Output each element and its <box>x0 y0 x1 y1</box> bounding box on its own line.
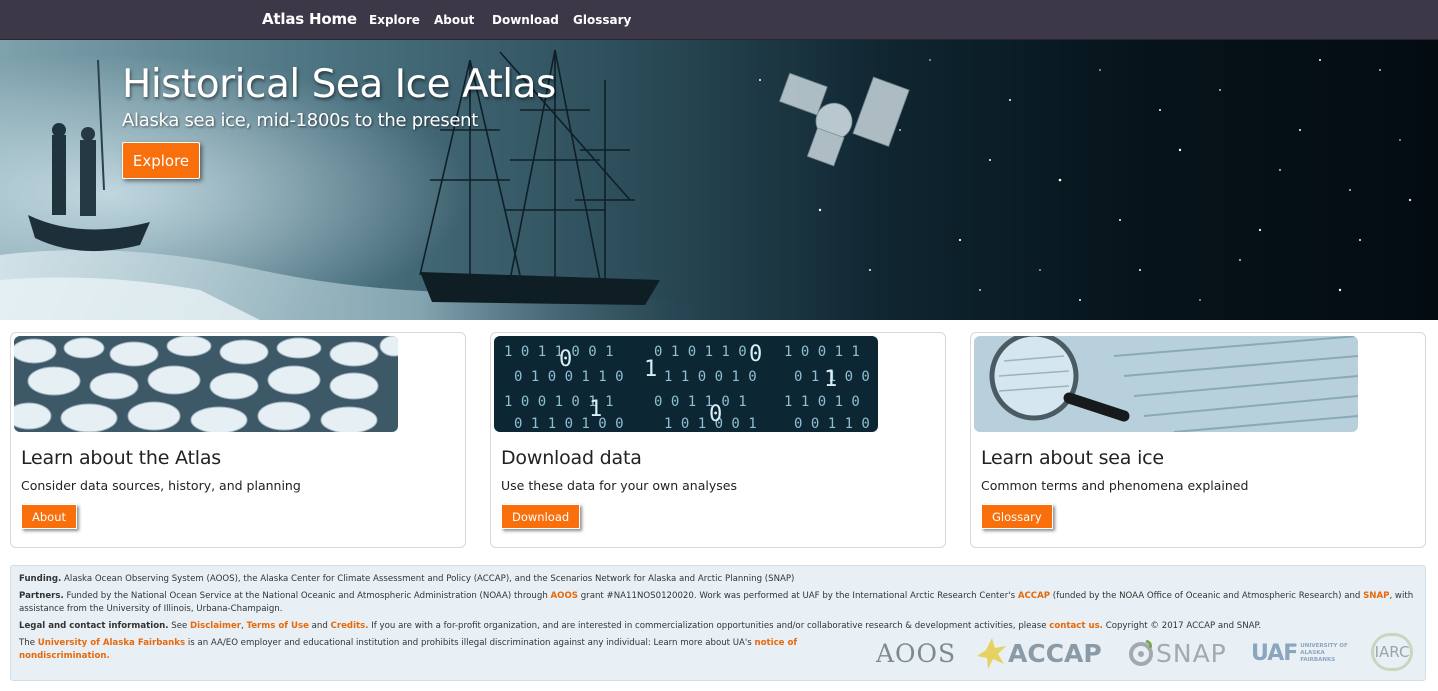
svg-text:1 0 0 1 1: 1 0 0 1 1 <box>784 344 860 360</box>
svg-text:0: 0 <box>749 342 762 367</box>
legal-text: and <box>311 621 328 631</box>
terms-of-use-link[interactable]: Terms of Use <box>247 621 309 631</box>
card-image-binary-data: 1 0 1 1 0 0 10 1 0 1 1 01 0 0 1 1 0 1 0 … <box>494 336 878 432</box>
legal-text: If you are with a for-profit organizatio… <box>371 621 1047 631</box>
svg-text:0: 0 <box>559 347 572 372</box>
svg-text:1: 1 <box>644 357 657 382</box>
svg-text:0 0 1 1 0: 0 0 1 1 0 <box>794 416 870 432</box>
hero-title: Historical Sea Ice Atlas <box>122 62 556 107</box>
aoos-link[interactable]: AOOS <box>551 591 578 601</box>
card-title: Download data <box>501 447 642 469</box>
nav-link-glossary[interactable]: Glossary <box>573 13 631 27</box>
card-title: Learn about the Atlas <box>21 447 221 469</box>
nav-link-download[interactable]: Download <box>492 13 559 27</box>
nav-link-about[interactable]: About <box>434 13 474 27</box>
aoos-logo[interactable]: AOOS <box>876 636 956 670</box>
card-description: Common terms and phenomena explained <box>981 478 1249 493</box>
uaf-logo-text: UAF <box>1251 640 1298 666</box>
partners-text: grant #NA11NOS0120020. Work was performe… <box>580 591 1016 601</box>
glossary-button[interactable]: Glossary <box>981 504 1053 529</box>
card-image-magnifying-glass <box>974 336 1358 432</box>
card-description: Consider data sources, history, and plan… <box>21 478 301 493</box>
snap-swirl-icon <box>1129 639 1153 666</box>
svg-text:1: 1 <box>824 367 837 392</box>
site-footer: Funding. Alaska Ocean Observing System (… <box>10 565 1426 681</box>
svg-text:1 1 0 1 0: 1 1 0 1 0 <box>784 394 860 410</box>
nav-link-explore[interactable]: Explore <box>369 13 420 27</box>
svg-text:1 1 0 0 1 0: 1 1 0 0 1 0 <box>664 369 757 385</box>
download-button[interactable]: Download <box>501 504 581 529</box>
snap-logo-text: SNAP <box>1156 638 1227 668</box>
footer-partners: Partners. Funded by the National Ocean S… <box>19 590 1413 603</box>
svg-text:1: 1 <box>589 397 602 422</box>
card-description: Use these data for your own analyses <box>501 478 737 493</box>
partners-text: (funded by the NOAA Office of Oceanic an… <box>1052 591 1361 601</box>
iarc-logo[interactable]: IARC <box>1371 633 1413 671</box>
uaf-text: The <box>19 638 35 648</box>
partners-text: Funded by the National Ocean Service at … <box>66 591 548 601</box>
svg-text:0 1 1 0 1 0 0: 0 1 1 0 1 0 0 <box>514 416 624 432</box>
snap-logo[interactable]: SNAP <box>1126 636 1227 670</box>
disclaimer-link[interactable]: Disclaimer <box>190 621 241 631</box>
card-download-data: 1 0 1 1 0 0 10 1 0 1 1 01 0 0 1 1 0 1 0 … <box>490 332 946 548</box>
contact-us-link[interactable]: contact us. <box>1049 621 1103 631</box>
accap-link[interactable]: ACCAP <box>1018 591 1050 601</box>
funding-text: Alaska Ocean Observing System (AOOS), th… <box>64 574 795 584</box>
accap-star-icon <box>977 638 1006 669</box>
svg-text:0 0 1 1 0 1: 0 0 1 1 0 1 <box>654 394 747 410</box>
card-learn-atlas: Learn about the Atlas Consider data sour… <box>10 332 466 548</box>
legal-label: Legal and contact information. <box>19 621 169 631</box>
uaf-link[interactable]: University of Alaska Fairbanks <box>38 638 185 648</box>
footer-funding: Funding. Alaska Ocean Observing System (… <box>19 573 794 586</box>
uaf-logo-subtext: UNIVERSITY OF ALASKA FAIRBANKS <box>1300 642 1348 663</box>
partners-text: , with <box>1389 591 1414 601</box>
nondiscrimination-link[interactable]: nondiscrimination. <box>19 651 110 661</box>
copyright-text: Copyright © 2017 ACCAP and SNAP. <box>1105 621 1262 631</box>
accap-logo[interactable]: ACCAP <box>976 636 1102 670</box>
nav-brand-atlas-home[interactable]: Atlas Home <box>262 10 357 28</box>
uaf-logo[interactable]: UAF UNIVERSITY OF ALASKA FAIRBANKS <box>1251 636 1354 670</box>
footer-uaf: The University of Alaska Fairbanks is an… <box>19 637 797 650</box>
hero-banner: Historical Sea Ice Atlas Alaska sea ice,… <box>0 40 1438 320</box>
svg-text:0: 0 <box>709 402 722 427</box>
nondiscrimination-link[interactable]: notice of <box>755 638 798 648</box>
footer-partners-continued: assistance from the University of Illino… <box>19 603 283 616</box>
legal-text: See <box>171 621 188 631</box>
credits-link[interactable]: Credits. <box>331 621 369 631</box>
card-learn-sea-ice: Learn about sea ice Common terms and phe… <box>970 332 1426 548</box>
funding-label: Funding. <box>19 574 62 584</box>
footer-uaf-continued: nondiscrimination. <box>19 650 110 663</box>
accap-logo-text: ACCAP <box>1008 638 1102 668</box>
top-navbar: Atlas Home Explore About Download Glossa… <box>0 0 1438 40</box>
card-title: Learn about sea ice <box>981 447 1164 469</box>
footer-legal: Legal and contact information. See Discl… <box>19 621 1262 631</box>
card-image-sea-ice-floes <box>14 336 398 432</box>
svg-text:0 1 0 1 1 0: 0 1 0 1 1 0 <box>654 344 747 360</box>
hero-explore-button[interactable]: Explore <box>122 142 200 179</box>
partners-label: Partners. <box>19 591 64 601</box>
snap-link[interactable]: SNAP <box>1363 591 1389 601</box>
hero-subtitle: Alaska sea ice, mid-1800s to the present <box>122 110 479 131</box>
uaf-text: is an AA/EO employer and educational ins… <box>187 638 752 648</box>
about-button[interactable]: About <box>21 504 78 529</box>
partners-text: assistance from the University of Illino… <box>19 604 283 614</box>
